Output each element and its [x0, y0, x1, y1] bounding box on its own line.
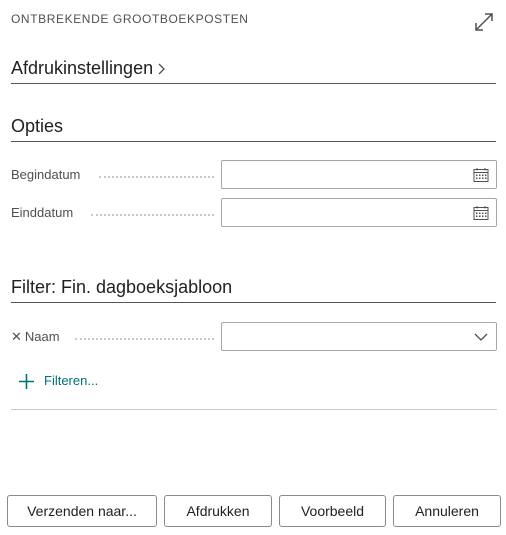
chevron-right-icon [158, 63, 166, 75]
name-filter-select[interactable] [221, 322, 497, 351]
chevron-down-icon[interactable] [473, 329, 489, 345]
end-date-row: Einddatum [11, 198, 497, 227]
filter-label: Filter: Fin. dagboeksjabloon [11, 277, 233, 297]
start-date-label: Begindatum [11, 167, 81, 182]
dialog-title: ONTBREKENDE GROOTBOEKPOSTEN [11, 12, 249, 26]
divider [11, 409, 497, 410]
add-filter-label: Filteren... [44, 373, 99, 388]
cancel-button[interactable]: Annuleren [393, 495, 501, 527]
start-date-row: Begindatum [11, 160, 497, 189]
plus-icon [19, 374, 34, 389]
expand-icon[interactable] [472, 10, 496, 34]
calendar-icon[interactable] [473, 205, 489, 221]
preview-button[interactable]: Voorbeeld [279, 495, 386, 527]
options-label: Opties [11, 116, 64, 136]
print-settings-label: Afdrukinstellingen [11, 58, 154, 78]
dotted-leader [91, 212, 214, 216]
start-date-input[interactable] [221, 160, 497, 189]
send-to-button[interactable]: Verzenden naar... [7, 495, 157, 527]
end-date-input[interactable] [221, 198, 497, 227]
dotted-leader [99, 174, 214, 178]
dotted-leader [75, 336, 214, 340]
calendar-icon[interactable] [473, 167, 489, 183]
close-icon[interactable]: ✕ [11, 329, 22, 344]
name-filter-text: Naam [24, 329, 60, 344]
name-filter-row: ✕ Naam [11, 322, 497, 351]
filter-header: Filter: Fin. dagboeksjabloon [11, 277, 496, 303]
end-date-label: Einddatum [11, 205, 74, 220]
print-settings-header[interactable]: Afdrukinstellingen [11, 58, 496, 84]
options-header: Opties [11, 116, 496, 142]
name-filter-label: ✕ Naam [11, 329, 60, 345]
print-button[interactable]: Afdrukken [164, 495, 272, 527]
